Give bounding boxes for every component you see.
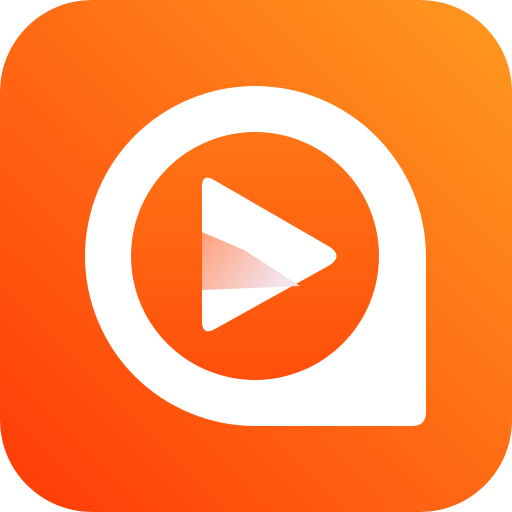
app-icon[interactable] — [0, 0, 512, 512]
video-player-app-icon[interactable] — [0, 0, 512, 512]
